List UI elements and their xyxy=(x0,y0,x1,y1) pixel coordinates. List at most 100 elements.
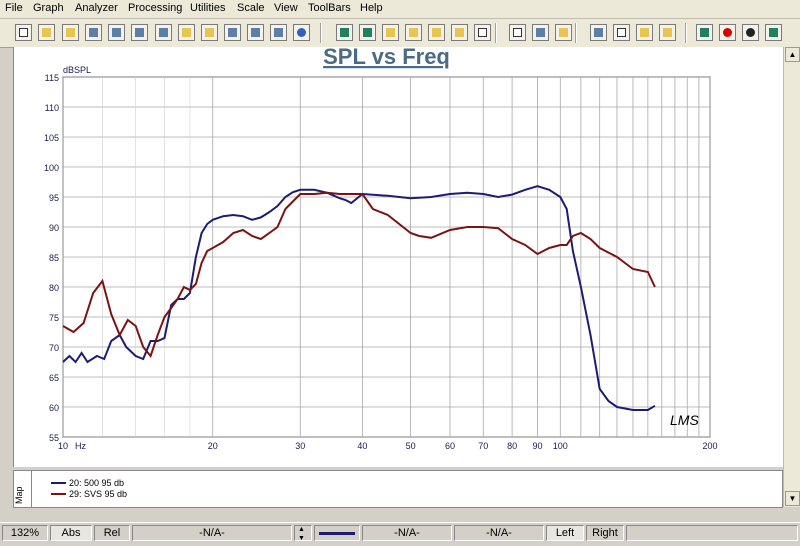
x-tick-label: 50 xyxy=(406,441,416,451)
x-tick-label: 90 xyxy=(533,441,543,451)
overlay-1-icon[interactable] xyxy=(382,24,399,41)
save-as-icon-glyph xyxy=(112,28,121,37)
filter-icon-glyph xyxy=(700,28,709,37)
open-icon[interactable] xyxy=(38,24,55,41)
overlay-2-icon[interactable] xyxy=(405,24,422,41)
y-axis-label: dBSPL xyxy=(63,65,91,75)
save-icon[interactable] xyxy=(85,24,102,41)
y-tick-label: 70 xyxy=(49,343,59,353)
marker-2-icon[interactable] xyxy=(659,24,676,41)
overlay-2-icon-glyph xyxy=(409,28,418,37)
folder-icon[interactable] xyxy=(201,24,218,41)
zoom-out-icon-glyph xyxy=(363,28,372,37)
y-tick-label: 60 xyxy=(49,403,59,413)
zoom-in-icon-glyph xyxy=(340,28,349,37)
x-tick-label: 60 xyxy=(445,441,455,451)
spectrum-icon-glyph xyxy=(536,28,545,37)
calc-icon[interactable] xyxy=(765,24,782,41)
menu-file[interactable]: File xyxy=(5,2,23,14)
marker-icon-glyph xyxy=(640,28,649,37)
x-tick-label: 80 xyxy=(507,441,517,451)
toolbar-separator xyxy=(495,23,497,43)
filter-icon[interactable] xyxy=(696,24,713,41)
left-button[interactable]: Left xyxy=(546,525,584,541)
x-unit-label: Hz xyxy=(75,441,86,451)
menu-analyzer[interactable]: Analyzer xyxy=(75,2,118,14)
marker-icon[interactable] xyxy=(636,24,653,41)
menu-processing[interactable]: Processing xyxy=(128,2,182,14)
abs-button[interactable]: Abs xyxy=(50,525,92,541)
hand-icon[interactable] xyxy=(555,24,572,41)
menu-help[interactable]: Help xyxy=(360,2,383,14)
menu-graph[interactable]: Graph xyxy=(33,2,64,14)
x-tick-label: 100 xyxy=(553,441,568,451)
new-icon[interactable] xyxy=(15,24,32,41)
grid-icon[interactable] xyxy=(474,24,491,41)
y-tick-label: 90 xyxy=(49,223,59,233)
right-button[interactable]: Right xyxy=(586,525,624,541)
import-icon[interactable] xyxy=(131,24,148,41)
x-tick-label: 20 xyxy=(208,441,218,451)
status-bar: 132% Abs Rel -N/A- ▲ ▼ -N/A- -N/A- Left … xyxy=(0,522,800,542)
x-tick-label: 70 xyxy=(478,441,488,451)
y-tick-label: 95 xyxy=(49,193,59,203)
menu-view[interactable]: View xyxy=(274,2,298,14)
y-tick-label: 85 xyxy=(49,253,59,263)
window-icon[interactable] xyxy=(509,24,526,41)
toolbar-separator xyxy=(685,23,687,43)
copy-icon-glyph xyxy=(274,28,283,37)
stop-icon[interactable] xyxy=(742,24,759,41)
watermark-label: LMS xyxy=(670,412,699,428)
split-icon-glyph xyxy=(594,28,603,37)
chart-area: SPL vs Freq 55 60 65 70 75 80 85 90 95 100 105 110 11… xyxy=(13,44,785,467)
settings-icon[interactable] xyxy=(178,24,195,41)
open-folder-icon-glyph xyxy=(66,28,75,37)
x-tick-label: 30 xyxy=(295,441,305,451)
x-tick-label: 200 xyxy=(702,441,717,451)
window-icon-glyph xyxy=(513,28,522,37)
scroll-down-icon[interactable]: ▼ xyxy=(785,491,800,506)
menu-scale[interactable]: Scale xyxy=(237,2,265,14)
open-folder-icon[interactable] xyxy=(62,24,79,41)
overlay-3-icon[interactable] xyxy=(428,24,445,41)
copy-icon[interactable] xyxy=(270,24,287,41)
hand-icon-glyph xyxy=(559,28,568,37)
table-icon[interactable] xyxy=(613,24,630,41)
disk-icon[interactable] xyxy=(224,24,241,41)
y-tick-label: 110 xyxy=(45,103,59,113)
split-icon[interactable] xyxy=(590,24,607,41)
grid-icon-glyph xyxy=(478,28,487,37)
marker-2-icon-glyph xyxy=(663,28,672,37)
scroll-up-icon[interactable]: ▲ xyxy=(785,47,800,62)
save-as-icon[interactable] xyxy=(108,24,125,41)
zoom-out-icon[interactable] xyxy=(359,24,376,41)
target-icon-glyph xyxy=(297,28,306,37)
import-icon-glyph xyxy=(135,28,144,37)
map-tab[interactable]: Map xyxy=(13,470,32,508)
status-field-3: -N/A- xyxy=(454,525,544,541)
y-tick-label: 115 xyxy=(45,73,59,83)
spectrum-icon[interactable] xyxy=(532,24,549,41)
folder-icon-glyph xyxy=(205,28,214,37)
line-swatch-icon xyxy=(319,532,355,535)
line-style-swatch[interactable] xyxy=(314,525,360,541)
save-icon-glyph xyxy=(89,28,98,37)
print-icon[interactable] xyxy=(247,24,264,41)
spin-button[interactable]: ▲ ▼ xyxy=(294,525,312,542)
zoom-in-icon[interactable] xyxy=(336,24,353,41)
target-icon[interactable] xyxy=(293,24,310,41)
legend-label: 29: SVS 95 db xyxy=(69,489,127,499)
overlay-4-icon[interactable] xyxy=(451,24,468,41)
menu-toolbars[interactable]: ToolBars xyxy=(308,2,351,14)
zoom-level: 132% xyxy=(2,525,48,541)
rel-button[interactable]: Rel xyxy=(94,525,130,541)
status-field-4 xyxy=(626,525,798,541)
y-tick-label: 65 xyxy=(49,373,59,383)
record-icon[interactable] xyxy=(719,24,736,41)
export-icon[interactable] xyxy=(155,24,172,41)
y-tick-label: 80 xyxy=(49,283,59,293)
menu-utilities[interactable]: Utilities xyxy=(190,2,225,14)
spin-down-icon: ▼ xyxy=(298,535,305,542)
vertical-scrollbar[interactable]: ▲ ▼ xyxy=(783,47,800,507)
status-field-2: -N/A- xyxy=(362,525,452,541)
